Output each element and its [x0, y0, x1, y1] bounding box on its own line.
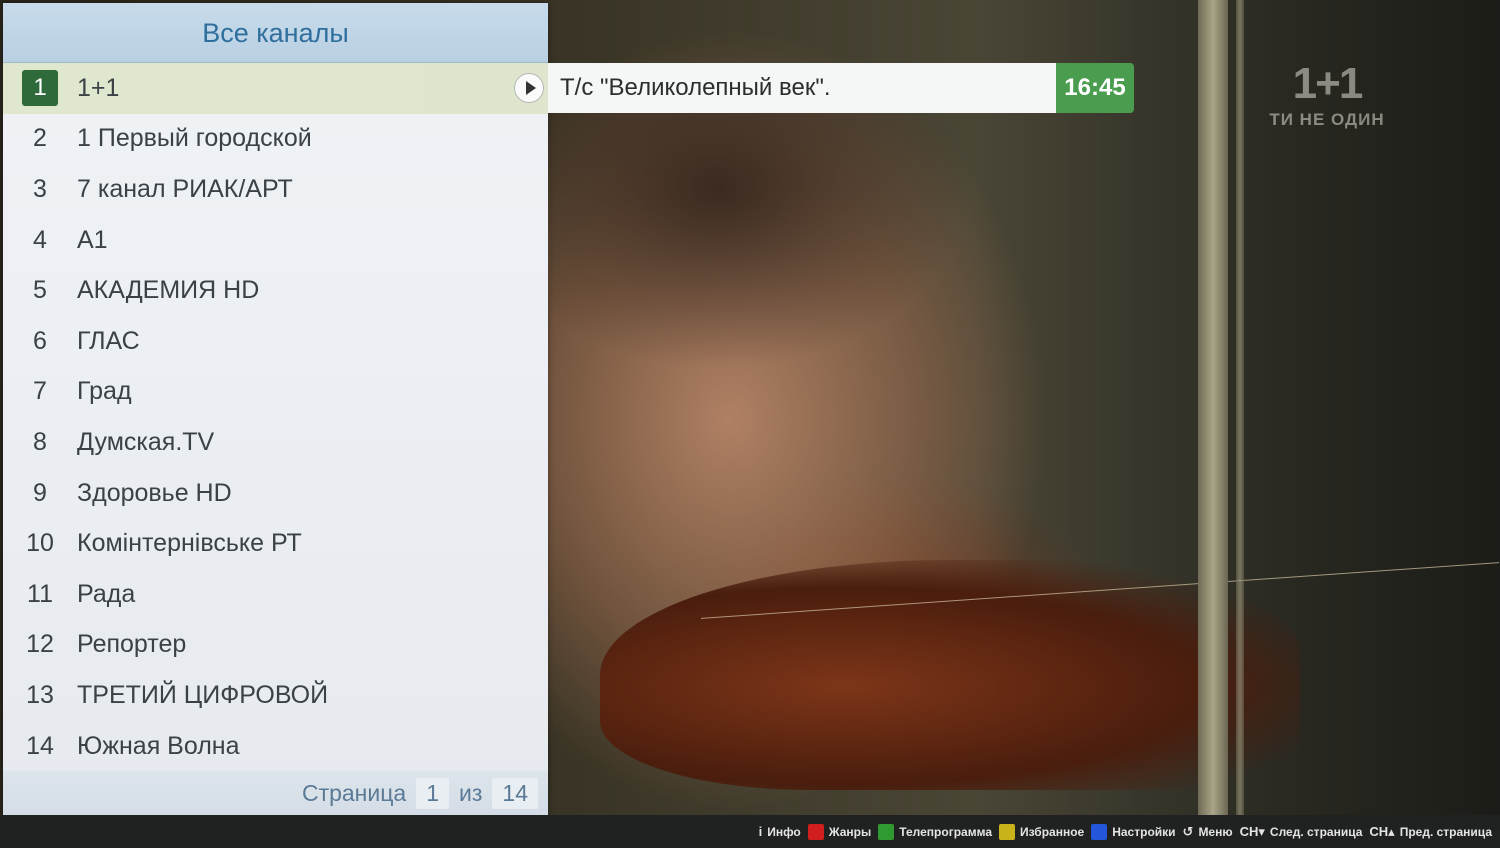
channel-name: Думская.TV [77, 427, 215, 456]
remote-key-hints-bar: i Инфо Жанры Телепрограмма Избранное Настройк… [0, 815, 1500, 848]
channel-row[interactable]: 10 Комінтернівське РТ [3, 518, 548, 569]
channel-name: Град [77, 377, 132, 406]
channel-name: 1+1 [77, 73, 120, 102]
channel-number: 11 [27, 579, 53, 608]
channel-row[interactable]: 12 Репортер [3, 620, 548, 671]
channel-name: Репортер [77, 630, 187, 659]
channel-number: 6 [33, 326, 47, 355]
hint-label: Пред. страница [1399, 824, 1492, 839]
hint-label: Меню [1198, 824, 1233, 839]
channel-name: 1 Первый городской [77, 124, 312, 153]
channel-name: Рада [77, 579, 136, 608]
channel-number: 10 [26, 529, 54, 558]
video-scene-pillar [1198, 0, 1228, 820]
pager-current-page: 1 [416, 777, 449, 809]
channel-row[interactable]: 9 Здоровье HD [3, 468, 548, 519]
hint-label: Телепрограмма [899, 824, 992, 839]
yellow-key-icon [999, 823, 1015, 840]
channel-row[interactable]: 4 А1 [3, 215, 548, 266]
channel-name: Комінтернівське РТ [77, 529, 302, 558]
channel-logo-slogan: ТИ НЕ ОДИН [1269, 110, 1385, 129]
channel-number: 12 [26, 630, 54, 659]
channel-number: 2 [33, 124, 47, 153]
channel-row[interactable]: 6 ГЛАС [3, 316, 548, 367]
channel-row[interactable]: 7 Град [3, 367, 548, 418]
channel-number: 7 [33, 377, 47, 406]
channel-row[interactable]: 2 1 Первый городской [3, 114, 548, 165]
blue-key-icon [1091, 823, 1108, 840]
hint-yellow-key: Избранное [999, 823, 1085, 840]
channel-number: 1 [22, 70, 58, 107]
channel-row[interactable]: 3 7 канал РИАК/АРТ [3, 164, 548, 215]
channel-name: Южная Волна [77, 731, 240, 760]
channel-number: 13 [26, 680, 54, 709]
hint-label: Инфо [767, 824, 801, 839]
channel-row[interactable]: 14 Южная Волна [3, 721, 548, 772]
return-icon: ↺ [1182, 823, 1194, 839]
channel-name: АКАДЕМИЯ HD [77, 276, 260, 305]
video-scene-pillar-edge [1236, 0, 1244, 820]
pager-label: Страница [301, 779, 407, 806]
hint-red-key: Жанры [807, 823, 872, 840]
channel-number: 9 [33, 478, 47, 507]
green-key-icon [878, 823, 895, 840]
channel-number: 14 [26, 731, 54, 760]
hint-info: i Инфо [759, 824, 801, 839]
channel-up-icon: CH▴ [1369, 823, 1395, 839]
current-program-banner: Т/с "Великолепный век". 16:45 [548, 63, 1134, 113]
hint-green-key: Телепрограмма [878, 823, 992, 840]
channel-logo: 1+1 ТИ НЕ ОДИН [1262, 62, 1392, 130]
video-scene-violin [600, 560, 1300, 790]
channel-name: А1 [77, 225, 108, 254]
channel-row[interactable]: 11 Рада [3, 569, 548, 620]
red-key-icon [807, 823, 824, 840]
info-icon: i [758, 824, 763, 839]
channel-name: ГЛАС [77, 326, 140, 355]
channel-number: 3 [33, 174, 47, 203]
video-scene-hair [550, 110, 970, 370]
hint-label: След. страница [1269, 824, 1363, 839]
channel-row[interactable]: 1 1+1 [3, 63, 548, 114]
channel-name: 7 канал РИАК/АРТ [77, 174, 293, 203]
hint-label: Настройки [1112, 824, 1176, 839]
pager-of-label: из [459, 779, 483, 806]
channel-list: 1 1+1 2 1 Первый городской 3 7 канал РИАК/АРТ… [3, 63, 548, 771]
channel-row[interactable]: 8 Думская.TV [3, 417, 548, 468]
hint-label: Жанры [828, 824, 872, 839]
hint-channel-up: CH▴ Пред. страница [1369, 824, 1492, 840]
channel-number: 8 [33, 427, 47, 456]
channel-row[interactable]: 5 АКАДЕМИЯ HD [3, 265, 548, 316]
hint-blue-key: Настройки [1091, 823, 1176, 840]
hint-label: Избранное [1020, 824, 1085, 839]
channel-logo-mark: 1+1 [1292, 59, 1364, 108]
channel-number: 5 [33, 276, 47, 305]
program-title: Т/с "Великолепный век". [548, 63, 1056, 113]
channel-number: 4 [33, 225, 47, 254]
hint-channel-down: CH▾ След. страница [1240, 824, 1363, 840]
channel-name: ТРЕТИЙ ЦИФРОВОЙ [77, 680, 329, 709]
play-icon[interactable] [514, 73, 544, 103]
pagination: Страница 1 из 14 [3, 771, 548, 815]
channel-down-icon: CH▾ [1239, 823, 1265, 839]
channel-list-panel: Все каналы 1 1+1 2 1 Первый городской 3 7 кан… [3, 3, 548, 815]
channel-row[interactable]: 13 ТРЕТИЙ ЦИФРОВОЙ [3, 670, 548, 721]
panel-title: Все каналы [3, 3, 548, 63]
channel-name: Здоровье HD [77, 478, 232, 507]
pager-total-pages: 14 [492, 777, 538, 809]
program-time: 16:45 [1056, 63, 1134, 113]
hint-return: ↺ Меню [1183, 824, 1233, 840]
